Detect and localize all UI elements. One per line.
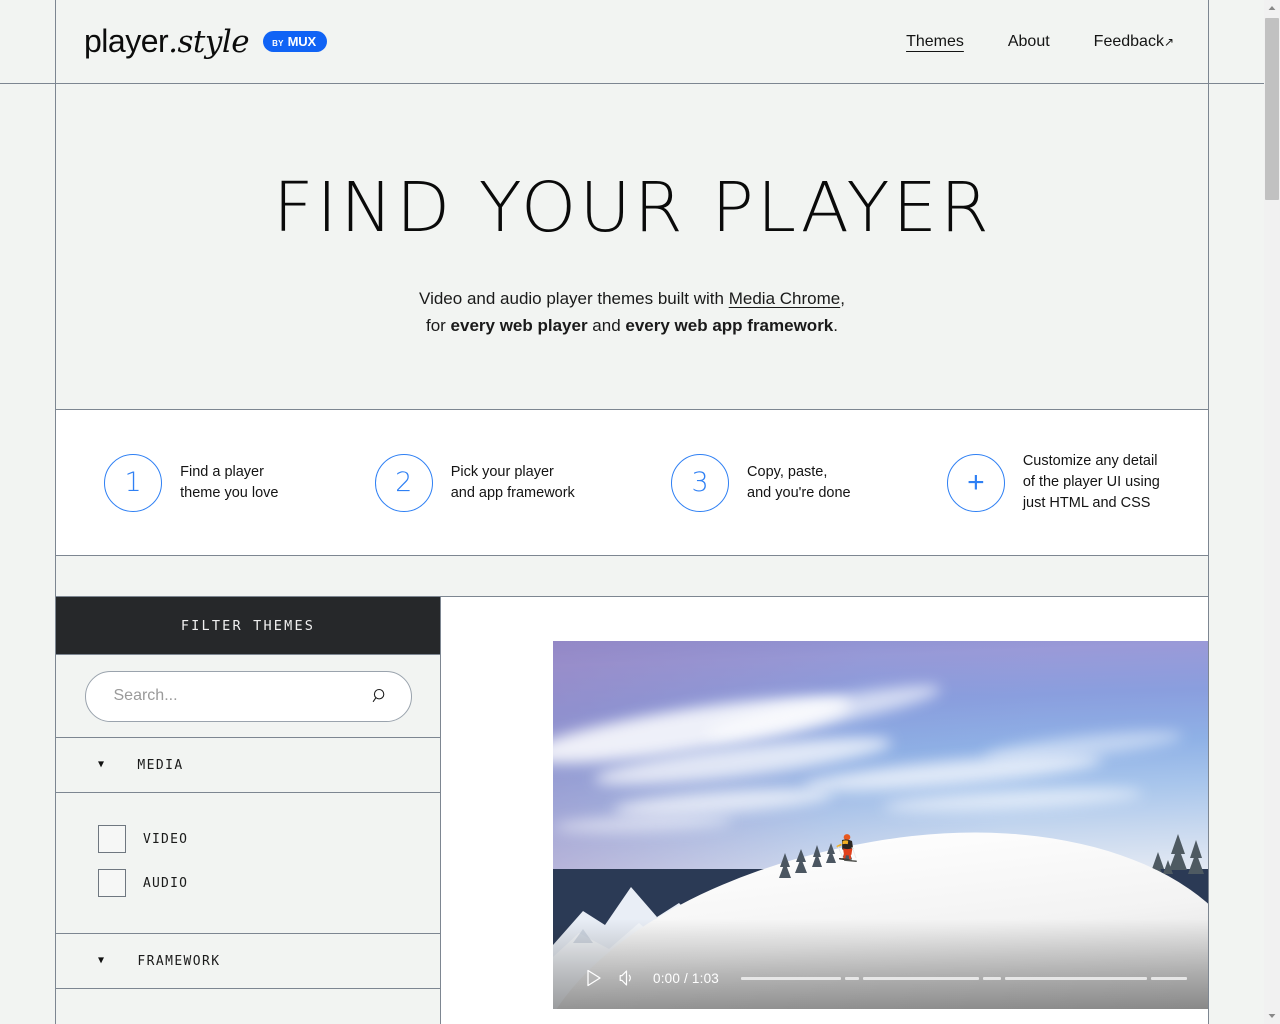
search-icon[interactable] (371, 687, 389, 705)
step-text-2: Pick your player and app framework (450, 463, 575, 501)
filter-section-media-label: MEDIA (137, 757, 184, 773)
play-button[interactable] (577, 961, 611, 995)
step-item-1: 1 Find a player theme you love (104, 453, 279, 512)
filter-section-media[interactable]: ▼ MEDIA (56, 738, 440, 793)
filter-option-video-label: VIDEO (143, 831, 189, 847)
volume-icon (619, 970, 631, 986)
search-row (56, 655, 440, 738)
scroll-down-button[interactable] (1264, 1008, 1280, 1024)
search-input[interactable] (113, 687, 371, 705)
step-marker-1: 1 (104, 453, 163, 512)
step-text-plus: Customize any detail of the player UI us… (1022, 453, 1160, 511)
filter-section-framework-label: FRAMEWORK (137, 953, 221, 969)
filter-option-audio[interactable]: AUDIO (98, 869, 440, 897)
filter-section-media-body: VIDEO AUDIO (56, 793, 440, 934)
skier-figure (836, 834, 857, 862)
step-marker-plus: + (946, 453, 1005, 512)
play-icon (587, 969, 601, 987)
subtitle-line2-b: and (587, 316, 626, 335)
step-item-3: 3 Copy, paste, and you're done (671, 453, 851, 512)
subtitle-bold-player: every web player (450, 316, 588, 335)
step-text-1: Find a player theme you love (180, 463, 279, 501)
scroll-up-button[interactable] (1264, 0, 1280, 16)
filter-section-framework[interactable]: ▼ FRAMEWORK (56, 934, 440, 989)
nav-link-feedback-label: Feedback (1093, 32, 1164, 50)
site-logo[interactable]: player.style BY MUX (84, 23, 327, 60)
nav-link-feedback[interactable]: Feedback↗ (1094, 33, 1174, 51)
progress-segment (983, 976, 1002, 980)
logo-text-style: .style (168, 24, 250, 60)
mute-button[interactable] (611, 961, 645, 995)
subtitle-period: . (833, 316, 838, 335)
media-chrome-link[interactable]: Media Chrome (729, 289, 841, 308)
page-title: FIND YOUR PLAYER (272, 168, 992, 248)
step-item-2: 2 Pick your player and app framework (374, 453, 575, 512)
external-link-icon: ↗ (1163, 34, 1174, 49)
chevron-down-icon: ▼ (98, 759, 106, 770)
progress-segment (845, 976, 860, 980)
badge-mux-label: MUX (287, 34, 316, 49)
subtitle-prefix: Video and audio player themes built with (419, 289, 729, 308)
page-scrollbar[interactable] (1264, 0, 1280, 1024)
subtitle-comma: , (840, 289, 845, 308)
filter-sidebar: FILTER THEMES ▼ MEDIA VIDEO AUDIO (56, 597, 441, 1024)
nav-link-about[interactable]: About (1008, 33, 1050, 51)
checkbox-video[interactable] (98, 825, 126, 853)
badge-by-label: BY (272, 39, 284, 48)
step-marker-2: 2 (374, 453, 433, 512)
search-box[interactable] (84, 670, 412, 722)
step-item-plus: + Customize any detail of the player UI … (946, 451, 1160, 514)
chevron-down-icon: ▼ (98, 955, 106, 966)
chevron-down-icon (1268, 1014, 1276, 1018)
by-mux-badge: BY MUX (263, 31, 327, 52)
filter-panel-title: FILTER THEMES (56, 597, 440, 655)
scrollbar-thumb[interactable] (1265, 18, 1279, 200)
left-rail (0, 0, 56, 1024)
site-header: player.style BY MUX Themes About Feedbac… (0, 0, 1264, 84)
video-player[interactable]: 0:00 / 1:03 (553, 641, 1208, 1009)
step-marker-3: 3 (671, 453, 730, 512)
right-rail (1208, 0, 1264, 1024)
checkbox-audio[interactable] (98, 869, 126, 897)
section-divider-band (56, 556, 1208, 597)
subtitle-bold-framework: every web app framework (625, 316, 834, 335)
chevron-up-icon (1268, 6, 1276, 10)
filter-option-video[interactable]: VIDEO (98, 825, 440, 853)
player-control-bar: 0:00 / 1:03 (553, 947, 1208, 1009)
hero-section: FIND YOUR PLAYER Video and audio player … (56, 84, 1208, 410)
main-navigation: Themes About Feedback↗ (906, 33, 1174, 51)
nav-link-themes[interactable]: Themes (906, 33, 964, 51)
time-display: 0:00 / 1:03 (653, 970, 720, 986)
progress-segment (1005, 976, 1148, 980)
hero-subtitle: Video and audio player themes built with… (419, 285, 845, 339)
progress-segment (741, 976, 842, 980)
progress-segment (1151, 976, 1188, 980)
logo-text-player: player (84, 23, 169, 59)
filter-option-audio-label: AUDIO (143, 875, 189, 891)
themes-browser: FILTER THEMES ▼ MEDIA VIDEO AUDIO (56, 597, 1208, 1024)
steps-section: 1 Find a player theme you love 2 Pick yo… (56, 410, 1208, 556)
logo-wordmark: player.style (84, 23, 250, 60)
theme-preview-area: 0:00 / 1:03 (442, 597, 1208, 1024)
progress-bar[interactable] (741, 976, 1188, 980)
progress-segment (863, 976, 980, 980)
subtitle-line2-a: for (425, 316, 451, 335)
step-text-3: Copy, paste, and you're done (747, 463, 851, 501)
